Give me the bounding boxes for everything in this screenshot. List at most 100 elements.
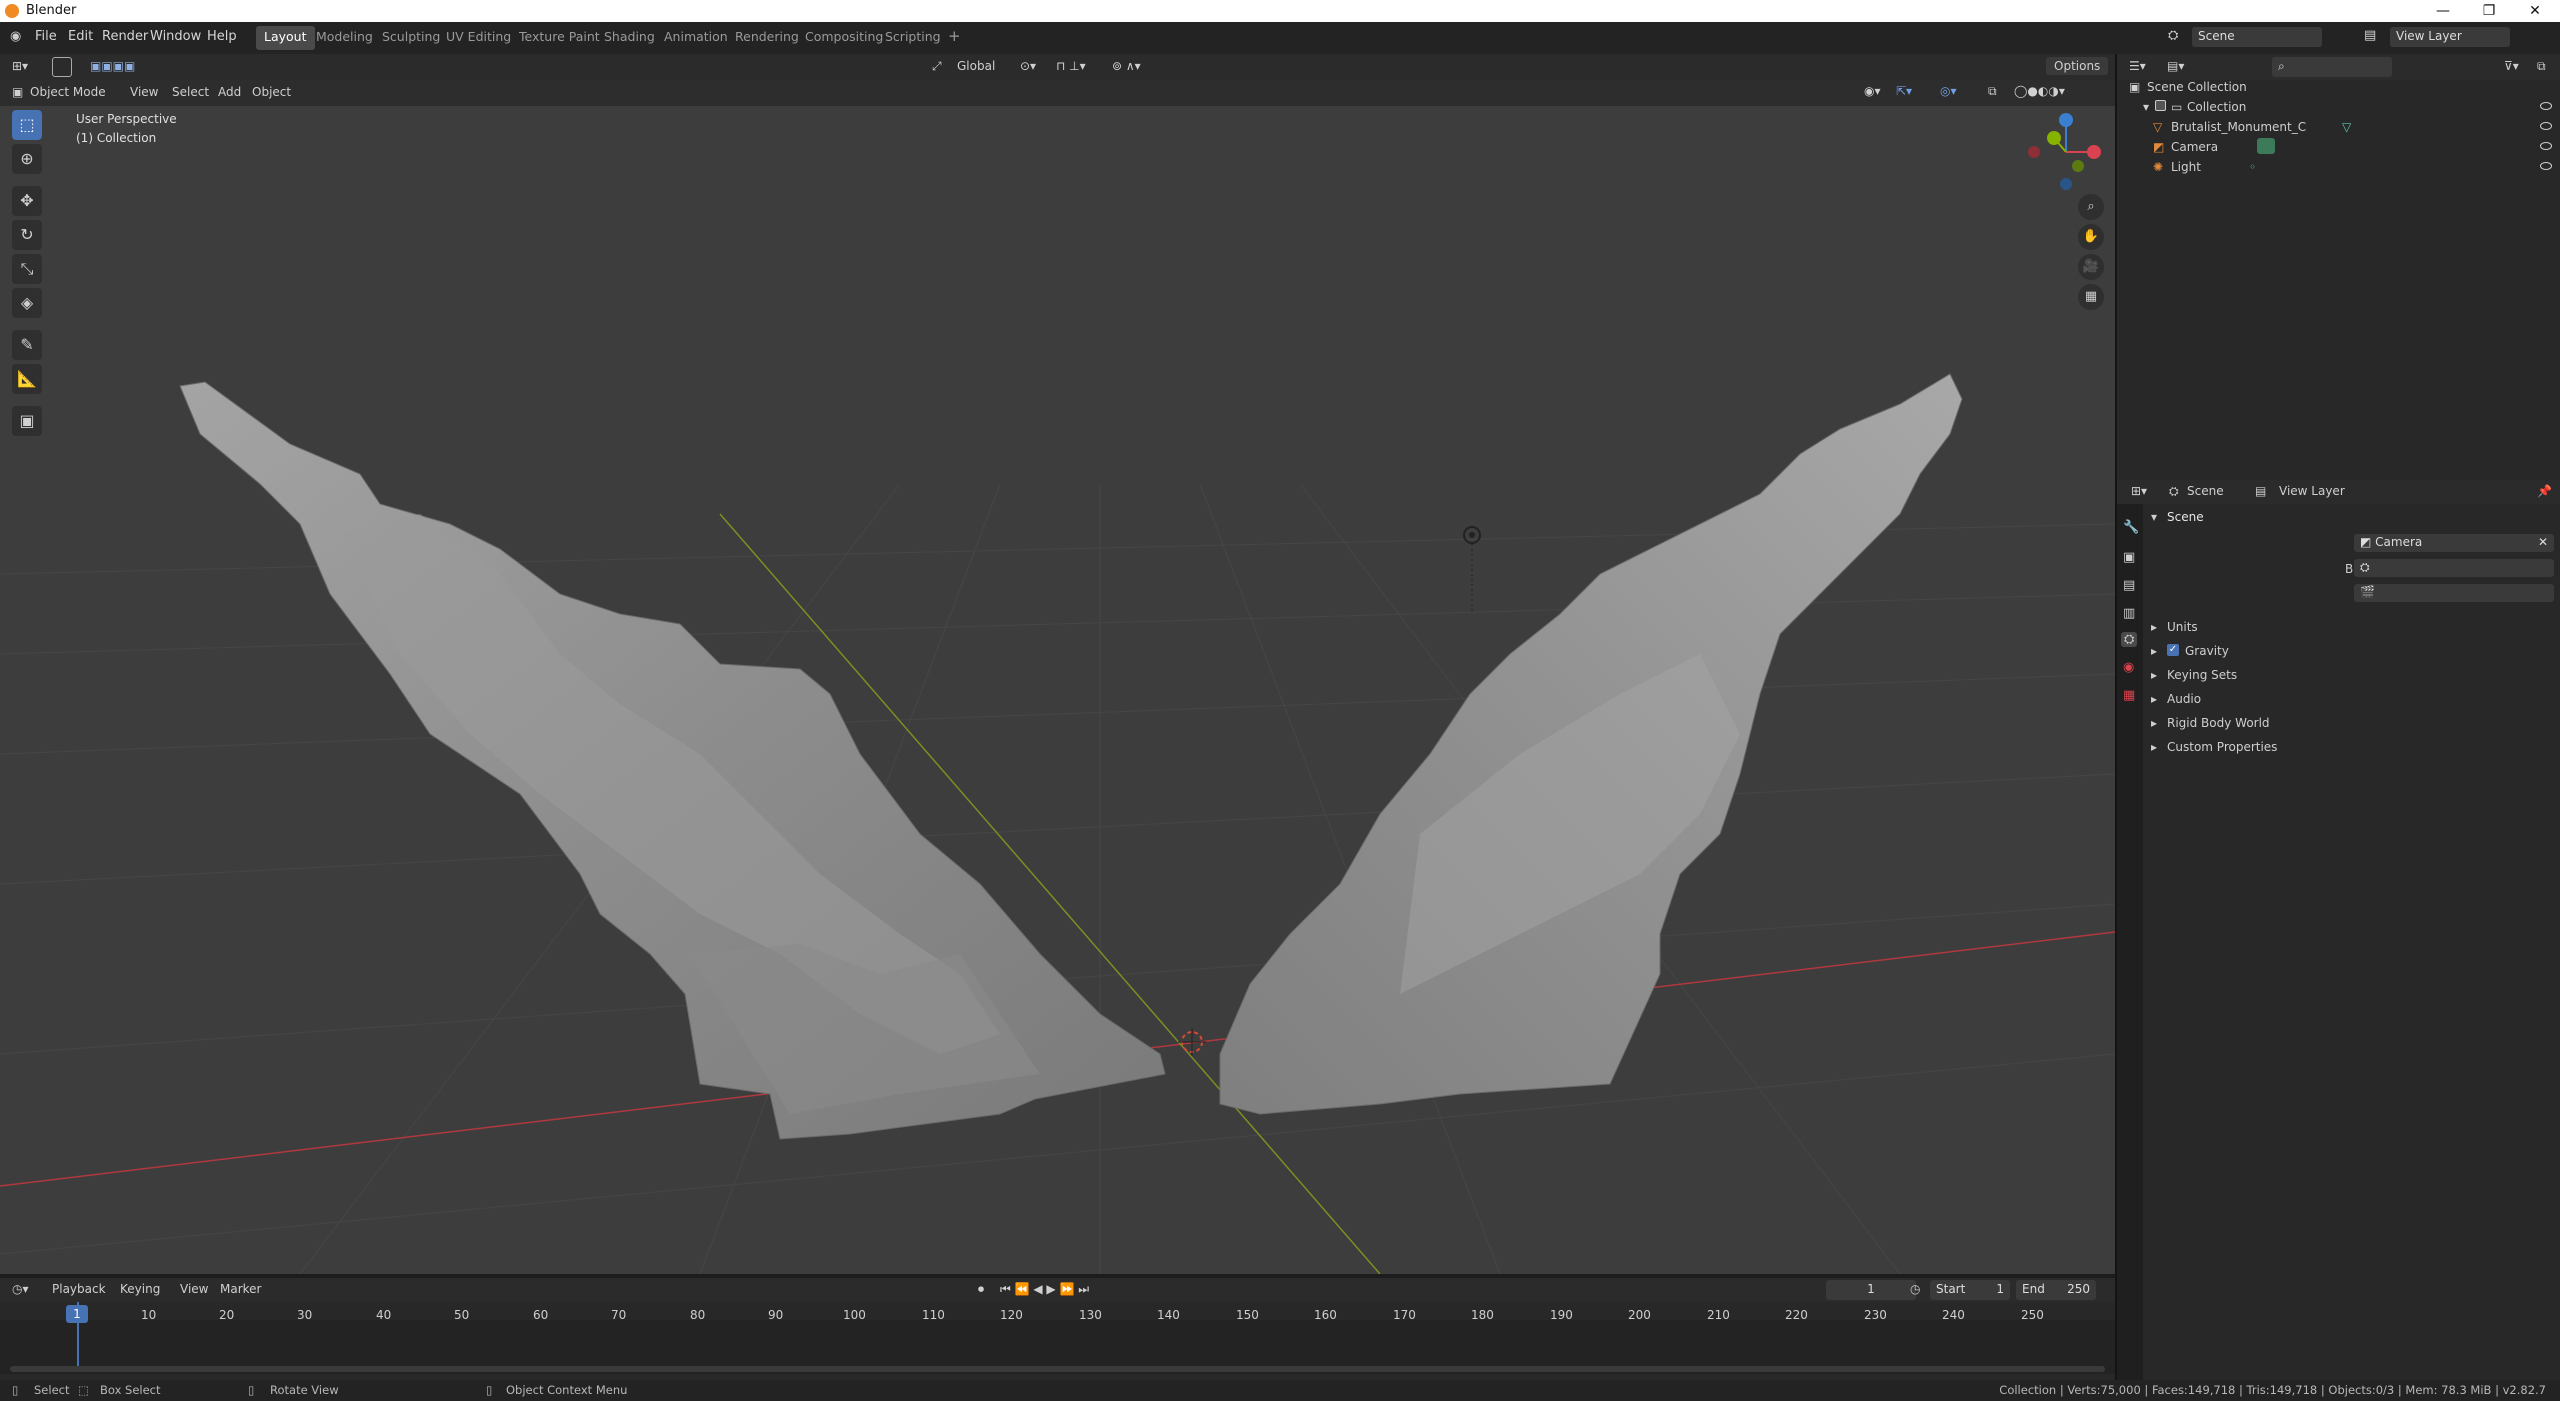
pin-icon[interactable]: 📌 <box>2537 484 2552 498</box>
visibility-eye-icon[interactable] <box>2540 162 2552 170</box>
mode-dropdown[interactable]: Object Mode <box>30 85 106 99</box>
audio-expand-icon[interactable]: ▸ <box>2151 692 2157 706</box>
properties-scene-tab[interactable]: Scene <box>2187 484 2224 498</box>
tab-layout[interactable]: Layout <box>256 26 315 50</box>
scene-camera-field[interactable]: ◩ Camera ✕ <box>2354 534 2554 552</box>
tab-shading[interactable]: Shading <box>596 26 663 50</box>
audio-section[interactable]: Audio <box>2167 692 2201 706</box>
select-box-tool[interactable]: ⬚ <box>12 110 42 140</box>
custom-props-expand-icon[interactable]: ▸ <box>2151 740 2157 754</box>
view-layer-tab-icon[interactable]: ▥ <box>2123 606 2135 621</box>
cursor-tool[interactable]: ⊕ <box>12 144 42 174</box>
proportional-edit-icon[interactable]: ⊚ ∧▾ <box>1112 59 1141 73</box>
rotate-tool[interactable]: ↻ <box>12 220 42 250</box>
scene-selector[interactable]: Scene <box>2192 27 2322 47</box>
visibility-icon[interactable]: ◉▾ <box>1864 84 1881 98</box>
menu-playback[interactable]: Playback <box>52 1282 106 1296</box>
menu-object[interactable]: Object <box>252 85 291 99</box>
gravity-section[interactable]: Gravity <box>2185 644 2229 658</box>
tab-scripting[interactable]: Scripting <box>877 26 949 50</box>
keying-sets-expand-icon[interactable]: ▸ <box>2151 668 2157 682</box>
units-expand-icon[interactable]: ▸ <box>2151 620 2157 634</box>
outliner-scene-collection[interactable]: Scene Collection <box>2147 80 2247 94</box>
add-cube-tool[interactable]: ▣ <box>12 406 42 436</box>
tab-uv-editing[interactable]: UV Editing <box>438 26 519 50</box>
playhead-frame-badge[interactable]: 1 <box>66 1305 88 1323</box>
rigid-body-world-section[interactable]: Rigid Body World <box>2167 716 2270 730</box>
minimize-icon[interactable]: — <box>2420 0 2466 22</box>
scene-tab-icon[interactable]: ⛭ <box>2121 632 2138 647</box>
visibility-eye-icon[interactable] <box>2540 122 2552 130</box>
outliner-item-light[interactable]: Light <box>2171 160 2201 174</box>
playback-controls-icons[interactable]: ⏮ ⏪ ◀ ▶ ⏩ ⏭ <box>1000 1282 1089 1297</box>
3d-cursor-icon[interactable] <box>1178 1028 1206 1056</box>
menu-keying[interactable]: Keying <box>120 1282 160 1296</box>
scale-tool[interactable]: ⤡ <box>12 254 42 284</box>
options-dropdown[interactable]: Options <box>2046 57 2109 75</box>
menu-edit[interactable]: Edit <box>68 29 93 44</box>
menu-render[interactable]: Render <box>102 29 148 44</box>
record-icon[interactable]: ⏺ <box>978 1282 984 1297</box>
outliner-editor-icon[interactable]: ☰▾ <box>2129 59 2146 73</box>
filter-icon[interactable]: ⊽▾ <box>2504 59 2519 73</box>
ortho-toggle-icon[interactable]: ▦ <box>2078 284 2104 310</box>
collection-checkbox[interactable] <box>2155 100 2166 111</box>
editor-type-icon[interactable]: ⊞▾ <box>12 59 28 73</box>
active-tool-icon[interactable] <box>52 57 72 77</box>
background-scene-field[interactable]: ⛭ <box>2354 559 2554 577</box>
maximize-icon[interactable]: ❐ <box>2466 0 2512 22</box>
gizmo-toggle-icon[interactable]: ⇱▾ <box>1896 84 1912 98</box>
custom-properties-section[interactable]: Custom Properties <box>2167 740 2277 754</box>
timeline-scrollbar[interactable] <box>10 1366 2105 1372</box>
shading-modes-icons[interactable]: ◯●◐◑▾ <box>2014 84 2065 98</box>
close-icon[interactable]: ✕ <box>2512 0 2558 22</box>
current-frame-field[interactable]: 1 <box>1826 1280 1916 1300</box>
menu-help[interactable]: Help <box>207 29 237 44</box>
world-tab-icon[interactable]: ◉ <box>2123 660 2134 675</box>
clear-field-icon[interactable]: ✕ <box>2538 535 2548 549</box>
end-frame-field[interactable]: End 250 <box>2016 1280 2096 1300</box>
menu-file[interactable]: File <box>35 29 57 44</box>
menu-select[interactable]: Select <box>172 85 209 99</box>
overlay-toggle-icon[interactable]: ◎▾ <box>1940 84 1957 98</box>
tab-texture-paint[interactable]: Texture Paint <box>511 26 608 50</box>
orientation-dropdown[interactable]: Global <box>957 59 995 73</box>
menu-marker[interactable]: Marker <box>220 1282 261 1296</box>
view-layer-selector[interactable]: View Layer <box>2390 27 2510 47</box>
add-workspace-button[interactable]: + <box>940 24 969 48</box>
gravity-checkbox[interactable]: ✓ <box>2167 644 2179 656</box>
texture-tab-icon[interactable]: ▦ <box>2123 688 2135 703</box>
light-object-icon[interactable] <box>1463 526 1481 614</box>
3d-viewport[interactable]: User Perspective (1) Collection ⬚ ⊕ ✥ ↻ … <box>0 54 2115 1274</box>
properties-view-layer-tab[interactable]: View Layer <box>2279 484 2345 498</box>
outliner-search-input[interactable]: ⌕ <box>2272 57 2392 77</box>
render-tab-icon[interactable]: ▣ <box>2123 550 2135 565</box>
tab-modeling[interactable]: Modeling <box>308 26 381 50</box>
timeline-editor-icon[interactable]: ◷▾ <box>12 1282 29 1296</box>
zoom-icon[interactable]: ⌕ <box>2078 194 2104 220</box>
menu-add[interactable]: Add <box>218 85 241 99</box>
rigid-body-expand-icon[interactable]: ▸ <box>2151 716 2157 730</box>
tab-animation[interactable]: Animation <box>656 26 736 50</box>
keying-sets-section[interactable]: Keying Sets <box>2167 668 2237 682</box>
properties-editor-icon[interactable]: ⊞▾ <box>2131 484 2147 498</box>
pan-hand-icon[interactable]: ✋ <box>2078 224 2104 250</box>
tab-rendering[interactable]: Rendering <box>727 26 807 50</box>
blender-menu-icon[interactable]: ◉ <box>10 29 21 44</box>
outliner-item-camera[interactable]: Camera <box>2171 140 2218 154</box>
transform-tool[interactable]: ◈ <box>12 288 42 318</box>
selection-mode-icons[interactable]: ▣▣▣▣ <box>90 59 135 73</box>
output-tab-icon[interactable]: ▤ <box>2123 578 2135 593</box>
move-tool[interactable]: ✥ <box>12 186 42 216</box>
outliner-collection[interactable]: Collection <box>2187 100 2246 114</box>
snap-icon[interactable]: ⊓ ⊥▾ <box>1056 59 1086 73</box>
visibility-eye-icon[interactable] <box>2540 142 2552 150</box>
pivot-point-icon[interactable]: ⊙▾ <box>1020 59 1036 73</box>
units-section[interactable]: Units <box>2167 620 2198 634</box>
visibility-eye-icon[interactable] <box>2540 102 2552 110</box>
navigation-gizmo[interactable] <box>2028 113 2101 190</box>
measure-tool[interactable]: 📐 <box>12 364 42 394</box>
outliner-item-monument[interactable]: Brutalist_Monument_C <box>2171 120 2306 134</box>
camera-view-icon[interactable]: 🎥 <box>2078 254 2104 280</box>
display-mode-icon[interactable]: ▤▾ <box>2167 59 2184 73</box>
